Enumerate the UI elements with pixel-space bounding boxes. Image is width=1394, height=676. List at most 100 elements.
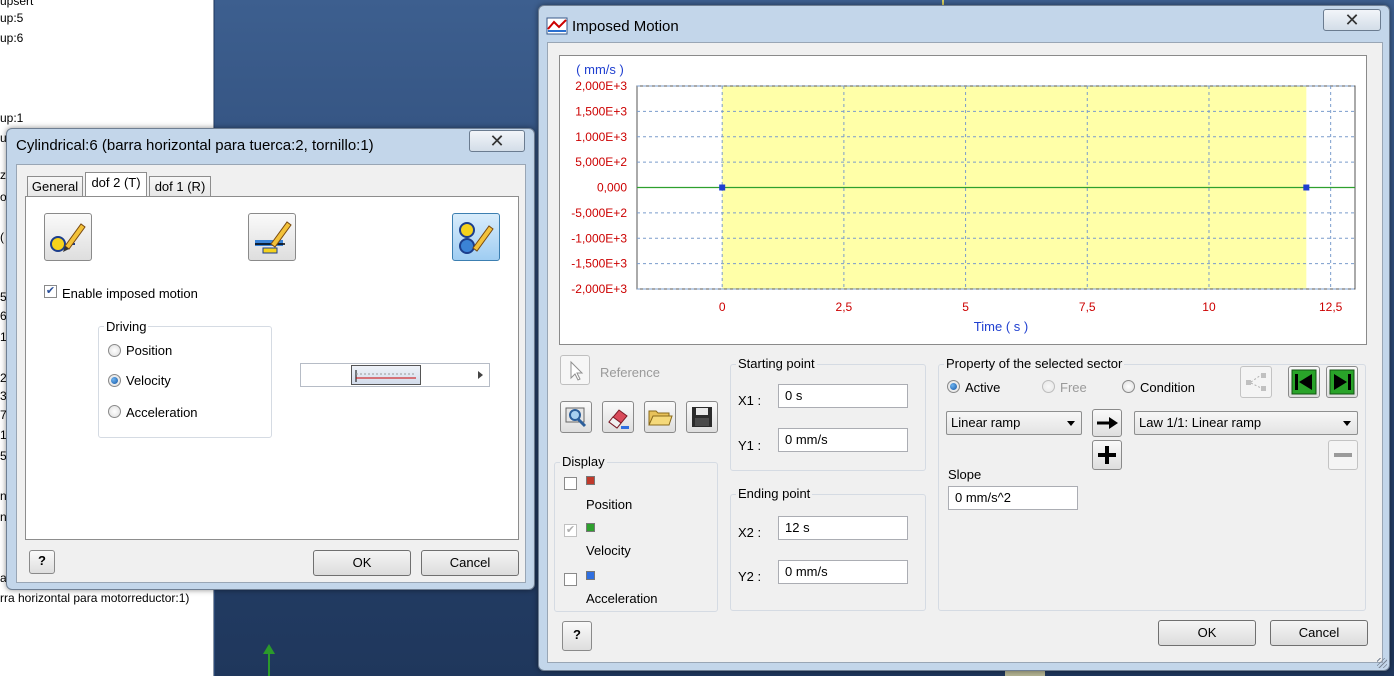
- slope-input[interactable]: 0 mm/s^2: [948, 486, 1078, 510]
- open-file-button[interactable]: [644, 401, 676, 433]
- imposed-motion-chart: 2,000E+3 1,500E+3 1,000E+3 5,000E+2 0,000 -5,…: [559, 55, 1367, 345]
- y-tick-label: -1,500E+3: [571, 257, 627, 271]
- y2-input[interactable]: 0 mm/s: [778, 560, 908, 584]
- slope-label: Slope: [948, 467, 982, 482]
- split-sector-button: [1240, 366, 1272, 398]
- cancel-button[interactable]: Cancel: [1270, 620, 1368, 646]
- zoom-button[interactable]: [560, 401, 592, 433]
- acceleration-plot-button[interactable]: [452, 213, 500, 261]
- y1-label: Y1 :: [738, 438, 762, 453]
- cylindrical-joint-dialog: Cylindrical:6 (barra horizontal para tue…: [6, 128, 535, 590]
- law-graph-icon: [355, 370, 416, 382]
- law-list-dropdown[interactable]: Law 1/1: Linear ramp: [1134, 411, 1358, 435]
- enable-imposed-motion-checkbox[interactable]: ✔: [44, 285, 57, 298]
- chevron-right-icon[interactable]: [478, 371, 483, 379]
- x-tick-label: 0: [719, 300, 726, 314]
- help-button[interactable]: ?: [29, 550, 55, 574]
- y-tick-label: -2,000E+3: [571, 282, 627, 296]
- browser-tree-item[interactable]: upsert: [0, 0, 33, 8]
- z-axis-line: [268, 648, 270, 676]
- display-group-label: Display: [560, 454, 607, 469]
- previous-sector-button[interactable]: [1288, 366, 1320, 398]
- sector-boundary-point: [1303, 184, 1310, 191]
- browser-tree-item[interactable]: up:1: [0, 111, 23, 125]
- tab-dof-1-r[interactable]: dof 1 (R): [149, 176, 211, 198]
- display-position-checkbox[interactable]: [564, 477, 577, 490]
- law-type-dropdown[interactable]: Linear ramp: [946, 411, 1082, 435]
- resize-grip-icon[interactable]: [1377, 658, 1387, 668]
- driving-position-radio[interactable]: [108, 344, 121, 357]
- velocity-plot-icon: [255, 221, 292, 254]
- arrow-right-icon: [1097, 417, 1118, 429]
- law-list-value: Law 1/1: Linear ramp: [1139, 415, 1262, 430]
- help-button[interactable]: ?: [562, 621, 592, 651]
- y1-input[interactable]: 0 mm/s: [778, 428, 908, 452]
- starting-point-label: Starting point: [736, 356, 817, 371]
- minus-icon: [1334, 453, 1352, 457]
- apply-law-button[interactable]: [1092, 409, 1122, 437]
- x-tick-label: 12,5: [1319, 300, 1343, 314]
- display-acceleration-label: Acceleration: [586, 591, 658, 606]
- y2-label: Y2 :: [738, 569, 762, 584]
- position-plot-icon: [50, 223, 86, 252]
- first-sector-icon: [1291, 369, 1317, 395]
- y-axis-label: ( mm/s ): [576, 62, 624, 77]
- imposed-motion-app-icon: [546, 17, 568, 35]
- display-acceleration-checkbox[interactable]: [564, 573, 577, 586]
- tab-dof-2-t[interactable]: dof 2 (T): [85, 172, 147, 196]
- dialog-title: Imposed Motion: [572, 18, 679, 35]
- folder-open-icon: [648, 410, 673, 426]
- ok-button[interactable]: OK: [1158, 620, 1256, 646]
- velocity-color-swatch: [586, 523, 595, 532]
- sector-free-radio[interactable]: [1042, 380, 1055, 393]
- close-button[interactable]: ✕: [469, 130, 525, 152]
- law-graph-selector[interactable]: [300, 363, 490, 387]
- next-sector-button[interactable]: [1326, 366, 1358, 398]
- reference-label: Reference: [600, 365, 660, 380]
- x2-input[interactable]: 12 s: [778, 516, 908, 540]
- velocity-plot-button[interactable]: [248, 213, 296, 261]
- position-plot-button[interactable]: [44, 213, 92, 261]
- dialog-client-area: General dof 2 (T) dof 1 (R) ✔ Enable imp…: [16, 164, 526, 583]
- dialog-client-area: 2,000E+3 1,500E+3 1,000E+3 5,000E+2 0,000 -5,…: [547, 42, 1383, 663]
- driving-group: [98, 326, 272, 438]
- zoom-icon: [565, 407, 587, 428]
- sector-boundary-point: [719, 184, 726, 191]
- chart-canvas[interactable]: 2,000E+3 1,500E+3 1,000E+3 5,000E+2 0,000 -5,…: [560, 56, 1366, 344]
- display-velocity-checkbox[interactable]: ✔: [564, 524, 577, 537]
- imposed-motion-dialog: Imposed Motion ✕ 2,000E+3 1,500E+3 1,000E+…: [538, 5, 1390, 671]
- browser-tree-item[interactable]: rra horizontal para motorreductor:1): [0, 591, 189, 605]
- driving-velocity-radio[interactable]: [108, 374, 121, 387]
- browser-tree-item[interactable]: up:5: [0, 11, 23, 25]
- sector-property-label: Property of the selected sector: [944, 356, 1125, 371]
- acceleration-plot-icon: [459, 222, 494, 254]
- display-velocity-label: Velocity: [586, 543, 631, 558]
- display-position-label: Position: [586, 497, 633, 512]
- add-law-button[interactable]: [1092, 440, 1122, 470]
- save-button[interactable]: [686, 401, 718, 433]
- y-tick-label: 2,000E+3: [575, 79, 627, 93]
- help-icon: ?: [573, 627, 581, 642]
- y-tick-label: 1,500E+3: [575, 104, 627, 118]
- x1-input[interactable]: 0 s: [778, 384, 908, 408]
- remove-law-button: [1328, 440, 1358, 470]
- close-button[interactable]: ✕: [1323, 9, 1381, 31]
- tab-general[interactable]: General: [27, 176, 83, 198]
- ending-point-label: Ending point: [736, 486, 813, 501]
- tab-panel: ✔ Enable imposed motion Driving Position…: [25, 196, 519, 540]
- x1-label: X1 :: [738, 393, 762, 408]
- browser-tree-item[interactable]: up:6: [0, 31, 23, 45]
- driving-velocity-label: Velocity: [126, 373, 171, 388]
- erase-button[interactable]: [602, 401, 634, 433]
- enable-imposed-motion-label: Enable imposed motion: [62, 286, 198, 301]
- sector-condition-radio[interactable]: [1122, 380, 1135, 393]
- acceleration-color-swatch: [586, 571, 595, 580]
- browser-tree-item[interactable]: (: [0, 230, 4, 244]
- cancel-button[interactable]: Cancel: [421, 550, 519, 576]
- law-type-value: Linear ramp: [951, 415, 1021, 430]
- sector-active-radio[interactable]: [947, 380, 960, 393]
- ok-button[interactable]: OK: [313, 550, 411, 576]
- x-tick-label: 10: [1202, 300, 1216, 314]
- ending-point-group: [730, 494, 926, 611]
- driving-acceleration-radio[interactable]: [108, 405, 121, 418]
